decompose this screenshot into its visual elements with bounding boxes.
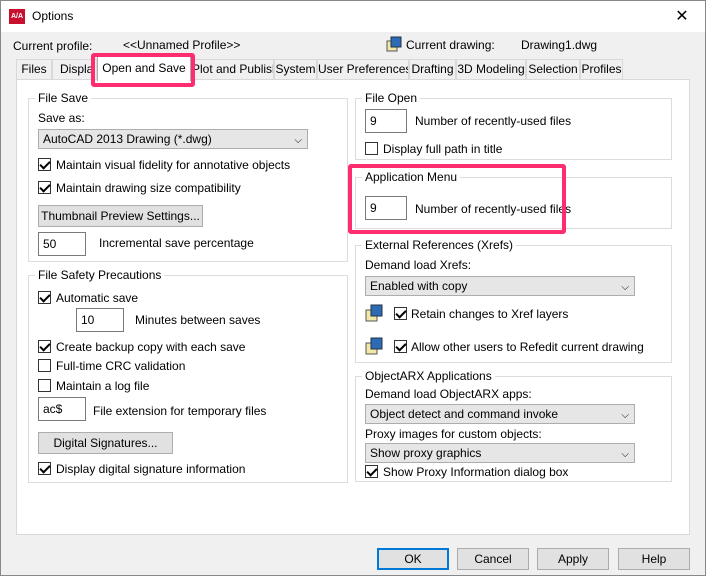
demand-load-arx-dropdown[interactable]: Object detect and command invoke ⌵ (365, 404, 635, 424)
thumbnail-preview-settings-button[interactable]: Thumbnail Preview Settings... (38, 205, 203, 227)
xref-layer-icon (365, 304, 383, 322)
demand-load-xrefs-value: Enabled with copy (370, 279, 468, 293)
save-as-label: Save as: (38, 111, 85, 125)
objectarx-group: ObjectARX Applications Demand load Objec… (355, 369, 672, 482)
maintain-size-checkbox[interactable] (38, 181, 51, 194)
options-dialog: A/A Options ✕ Current profile: <<Unnamed… (0, 0, 706, 576)
current-profile-value: <<Unnamed Profile>> (123, 38, 241, 52)
demand-load-arx-label: Demand load ObjectARX apps: (365, 387, 532, 401)
maintain-size-label: Maintain drawing size compatibility (56, 181, 241, 195)
minutes-between-saves-input[interactable]: 10 (76, 308, 124, 332)
drawing-icon (386, 36, 402, 52)
xrefs-group: External References (Xrefs) Demand load … (355, 238, 672, 363)
proxy-images-label: Proxy images for custom objects: (365, 427, 542, 441)
allow-refedit-checkbox[interactable] (394, 340, 407, 353)
automatic-save-label: Automatic save (56, 291, 139, 305)
tab-plot-and-publish[interactable]: Plot and Publish (191, 59, 274, 79)
maintain-fidelity-checkbox[interactable] (38, 158, 51, 171)
file-safety-title: File Safety Precautions (35, 268, 165, 282)
refedit-icon (365, 337, 383, 355)
tab-system[interactable]: System (274, 59, 317, 79)
maintain-log-label: Maintain a log file (56, 379, 150, 393)
digital-signatures-button[interactable]: Digital Signatures... (38, 432, 173, 454)
retain-changes-checkbox[interactable] (394, 307, 407, 320)
automatic-save-checkbox[interactable] (38, 291, 51, 304)
tab-plot-and-publish-label: Plot and Publish (192, 62, 274, 76)
save-as-value: AutoCAD 2013 Drawing (*.dwg) (43, 132, 212, 146)
demand-load-arx-value: Object detect and command invoke (370, 407, 559, 421)
full-path-checkbox[interactable] (365, 142, 378, 155)
current-drawing-value: Drawing1.dwg (521, 38, 598, 52)
chevron-down-icon: ⌵ (294, 135, 302, 146)
allow-refedit-label: Allow other users to Refedit current dra… (411, 340, 644, 354)
chevron-down-icon: ⌵ (621, 410, 629, 421)
demand-load-xrefs-label: Demand load Xrefs: (365, 258, 472, 272)
file-open-recent-files-input[interactable]: 9 (365, 109, 407, 133)
file-save-group: File Save Save as: AutoCAD 2013 Drawing … (28, 91, 348, 262)
incremental-save-input[interactable]: 50 (38, 232, 86, 256)
tab-files[interactable]: Files (16, 59, 52, 79)
xrefs-title: External References (Xrefs) (362, 238, 517, 252)
window-title: Options (32, 9, 74, 23)
file-save-title: File Save (35, 91, 92, 105)
open-and-save-panel: File Save Save as: AutoCAD 2013 Drawing … (16, 79, 690, 535)
chevron-down-icon: ⌵ (621, 282, 629, 293)
display-signature-label: Display digital signature information (56, 462, 246, 476)
display-signature-checkbox[interactable] (38, 462, 51, 475)
objectarx-title: ObjectARX Applications (362, 369, 495, 383)
tab-user-preferences[interactable]: User Preferences (317, 59, 409, 79)
backup-copy-checkbox[interactable] (38, 340, 51, 353)
apply-button[interactable]: Apply (537, 548, 609, 570)
close-icon[interactable]: ✕ (659, 1, 705, 32)
cancel-button[interactable]: Cancel (457, 548, 529, 570)
maintain-fidelity-label: Maintain visual fidelity for annotative … (56, 158, 291, 172)
file-open-group: File Open 9 Number of recently-used file… (355, 91, 672, 160)
file-safety-group: File Safety Precautions Automatic save 1… (28, 268, 348, 483)
retain-changes-label: Retain changes to Xref layers (411, 307, 569, 321)
current-profile-label: Current profile: (13, 39, 93, 53)
tab-3d-modeling[interactable]: 3D Modeling (456, 59, 526, 79)
tab-profiles[interactable]: Profiles (580, 59, 623, 79)
show-proxy-dialog-checkbox[interactable] (365, 465, 378, 478)
tab-highlight-annotation (91, 53, 195, 87)
save-as-dropdown[interactable]: AutoCAD 2013 Drawing (*.dwg) ⌵ (38, 129, 308, 149)
backup-copy-label: Create backup copy with each save (56, 340, 246, 354)
chevron-down-icon: ⌵ (621, 449, 629, 460)
proxy-images-value: Show proxy graphics (370, 446, 482, 460)
crc-validation-label: Full-time CRC validation (56, 359, 186, 373)
tab-selection[interactable]: Selection (526, 59, 580, 79)
autocad-app-icon: A/A (9, 9, 25, 24)
help-button[interactable]: Help (618, 548, 690, 570)
title-bar: A/A Options ✕ (1, 1, 705, 32)
show-proxy-dialog-label: Show Proxy Information dialog box (383, 465, 569, 479)
full-path-label: Display full path in title (383, 142, 503, 156)
temp-file-extension-input[interactable]: ac$ (38, 397, 86, 421)
crc-validation-checkbox[interactable] (38, 359, 51, 372)
ok-button[interactable]: OK (377, 548, 449, 570)
file-open-title: File Open (362, 91, 421, 105)
tab-drafting[interactable]: Drafting (409, 59, 456, 79)
current-drawing-label: Current drawing: (406, 38, 495, 52)
application-menu-highlight-annotation (348, 164, 566, 234)
file-open-recent-files-label: Number of recently-used files (415, 114, 572, 128)
demand-load-xrefs-dropdown[interactable]: Enabled with copy ⌵ (365, 276, 635, 296)
proxy-images-dropdown[interactable]: Show proxy graphics ⌵ (365, 443, 635, 463)
incremental-save-label: Incremental save percentage (99, 236, 254, 250)
maintain-log-checkbox[interactable] (38, 379, 51, 392)
minutes-between-saves-label: Minutes between saves (135, 313, 261, 327)
temp-file-extension-label: File extension for temporary files (93, 404, 267, 418)
